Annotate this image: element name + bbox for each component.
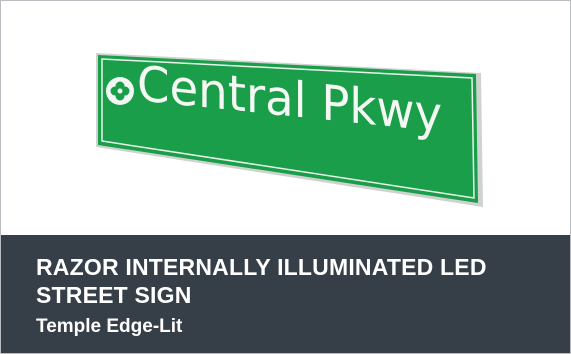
product-card[interactable]: Central Pkwy RAZOR INTERNALLY ILLUMINATE…	[0, 0, 571, 354]
clover-emblem-icon	[106, 77, 134, 105]
product-image[interactable]: Central Pkwy	[1, 1, 570, 235]
product-subtitle: Temple Edge-Lit	[36, 316, 183, 337]
product-title[interactable]: RAZOR INTERNALLY ILLUMINATED LED STREET …	[36, 253, 536, 309]
street-sign-illustration: Central Pkwy	[96, 53, 483, 207]
product-caption[interactable]: RAZOR INTERNALLY ILLUMINATED LED STREET …	[1, 235, 570, 353]
